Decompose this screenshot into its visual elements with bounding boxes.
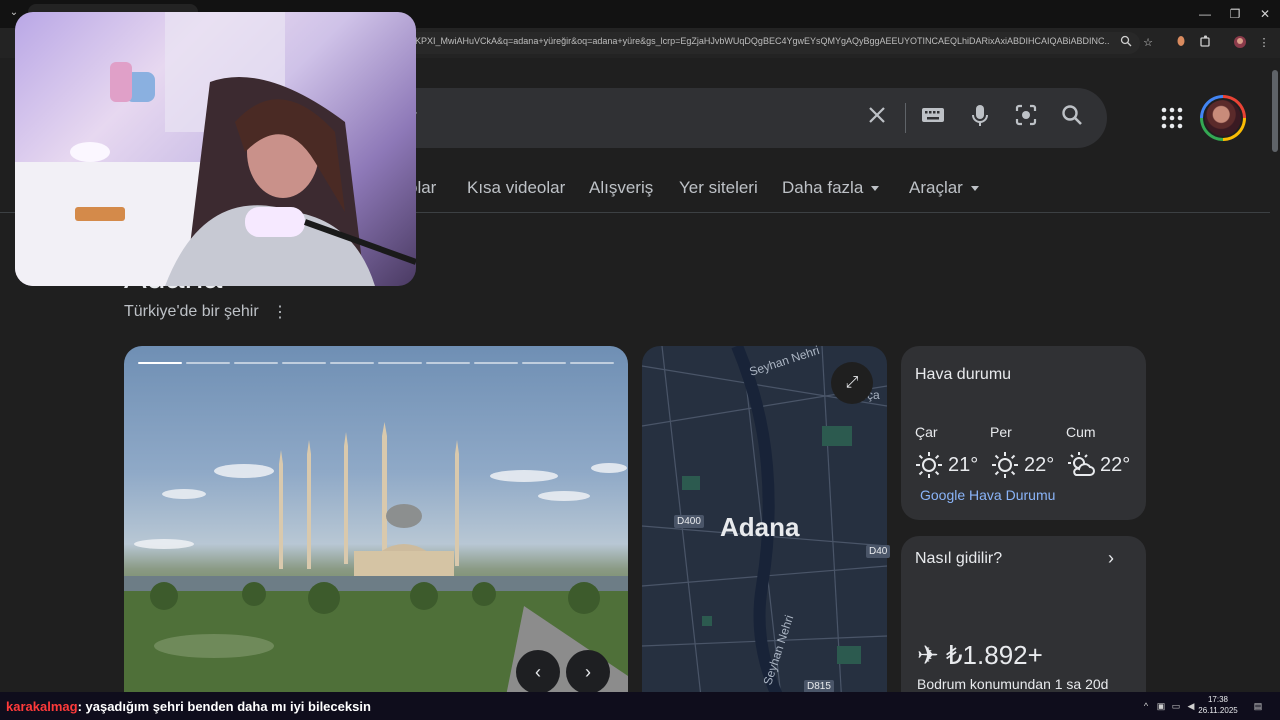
weather-temp: 22°: [1100, 454, 1131, 476]
carousel-progress-segment: [426, 362, 470, 364]
tab-places[interactable]: Yer siteleri: [679, 178, 758, 198]
chevron-down-icon: [970, 186, 979, 192]
weather-temp: 21°: [948, 454, 979, 476]
search-box-divider: [905, 103, 906, 133]
photo-carousel[interactable]: [124, 346, 628, 692]
weather-temp: 22°: [1024, 454, 1055, 476]
tab-more[interactable]: Daha fazla: [782, 178, 880, 198]
weather-day-name: Cum: [1066, 424, 1096, 440]
tab-tools[interactable]: Araçlar: [909, 178, 979, 198]
carousel-progress-segment: [282, 362, 326, 364]
tray-app-icon[interactable]: ▣: [1155, 700, 1167, 712]
clock-time: 17:38: [1207, 695, 1229, 704]
sunny-icon: [915, 451, 943, 479]
page-scrollbar[interactable]: [1270, 58, 1280, 692]
expand-map-icon[interactable]: ⤢: [831, 362, 873, 404]
chat-username: karakalmag: [6, 699, 78, 714]
carousel-progress: [138, 362, 614, 365]
extensions-puzzle-icon[interactable]: [1198, 35, 1214, 51]
map-city-label: Adana: [720, 512, 800, 542]
clock-date: 26.11.2025: [1198, 706, 1238, 715]
stream-chat-message: karakalmag: yaşadığım şehri benden daha …: [6, 699, 371, 714]
flight-price: ✈ ₺1.892+: [917, 640, 1043, 670]
flight-origin: Bodrum konumundan 1 sa 20d: [917, 676, 1109, 692]
tab-tools-label: Araçlar: [909, 178, 963, 197]
lens-search-icon[interactable]: [1011, 100, 1041, 130]
restore-button[interactable]: ❐: [1220, 5, 1250, 23]
scrollbar-thumb[interactable]: [1272, 70, 1278, 152]
carousel-progress-segment: [330, 362, 374, 364]
webcam-feed: [15, 12, 416, 286]
voice-search-icon[interactable]: [965, 100, 995, 130]
google-apps-icon[interactable]: [1160, 106, 1184, 130]
chat-text: : yaşadığım şehri benden daha mı iyi bil…: [77, 699, 371, 714]
webcam-overlay: [15, 12, 416, 286]
road-shield-d400-right: D40: [866, 545, 891, 558]
carousel-progress-segment: [378, 362, 422, 364]
weather-day-name: Per: [990, 424, 1012, 440]
partly-cloudy-icon: [1067, 451, 1095, 479]
carousel-progress-segment: [138, 362, 182, 364]
carousel-progress-segment: [186, 362, 230, 364]
carousel-progress-segment: [522, 362, 566, 364]
tab-more-label: Daha fazla: [782, 178, 864, 197]
extension-icon[interactable]: [1173, 35, 1189, 51]
close-window-button[interactable]: ✕: [1250, 5, 1280, 23]
zoom-icon[interactable]: [1118, 35, 1134, 51]
chevron-down-icon: [871, 186, 880, 192]
search-submit-icon[interactable]: [1057, 100, 1087, 130]
weather-source-link[interactable]: Google Hava Durumu: [920, 487, 1055, 503]
network-icon[interactable]: ▭: [1170, 700, 1182, 712]
tab-short-videos[interactable]: Kısa videolar: [467, 178, 565, 198]
mosque-photo: [124, 422, 628, 692]
clear-search-icon[interactable]: [862, 100, 892, 130]
profile-avatar-icon[interactable]: [1232, 35, 1248, 51]
browser-menu-icon[interactable]: ⋮: [1256, 35, 1272, 51]
road-shield-d400: D400: [674, 515, 704, 528]
search-box[interactable]: [400, 88, 1107, 148]
chevron-up-icon[interactable]: ^: [1140, 700, 1152, 712]
bookmark-star-icon[interactable]: ☆: [1140, 35, 1156, 51]
carousel-next-button[interactable]: ›: [566, 650, 610, 692]
taskbar-clock[interactable]: 17:38 26.11.2025: [1198, 694, 1238, 716]
weather-title: Hava durumu: [915, 366, 1012, 383]
notifications-icon[interactable]: ▤: [1252, 700, 1264, 712]
entity-subtitle: Türkiye'de bir şehir: [124, 303, 259, 320]
carousel-progress-segment: [570, 362, 614, 364]
directions-title: Nasıl gidilir?: [915, 550, 1003, 567]
more-options-icon[interactable]: ⋮: [270, 302, 290, 322]
carousel-progress-segment: [234, 362, 278, 364]
weather-day-name: Çar: [915, 424, 938, 440]
address-bar-url[interactable]: nKPXI_MwiAHuVCkA&q=adana+yüreğir&oq=adan…: [410, 36, 1110, 50]
chevron-right-icon[interactable]: ›: [1108, 548, 1114, 569]
keyboard-icon[interactable]: [918, 100, 948, 130]
minimize-button[interactable]: —: [1190, 5, 1220, 23]
sunny-icon: [991, 451, 1019, 479]
carousel-progress-segment: [474, 362, 518, 364]
volume-icon[interactable]: ◀: [1185, 700, 1197, 712]
road-shield-d815: D815: [804, 680, 834, 692]
tab-shopping[interactable]: Alışveriş: [589, 178, 653, 198]
carousel-prev-button[interactable]: ‹: [516, 650, 560, 692]
account-avatar-photo[interactable]: [1203, 98, 1243, 138]
